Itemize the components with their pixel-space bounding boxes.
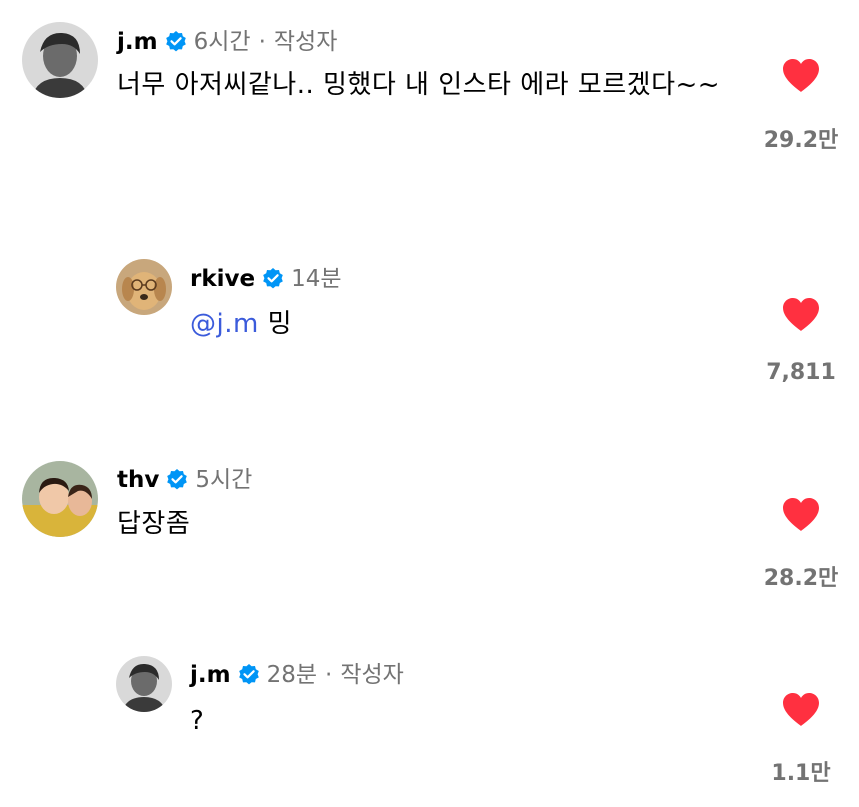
like-button[interactable] xyxy=(781,497,821,533)
timestamp: 5시간 xyxy=(195,466,253,493)
comment-thv: thv 5시간 답장좀 28.2만 xyxy=(0,440,859,620)
username[interactable]: j.m xyxy=(190,663,231,687)
username[interactable]: j.m xyxy=(117,30,158,54)
like-count: 29.2만 xyxy=(763,128,839,153)
like-button[interactable] xyxy=(781,297,821,333)
profile-photo-icon xyxy=(116,656,172,712)
verified-badge-icon xyxy=(261,267,285,291)
comment-text: 너무 아저씨같나.. 밍했다 내 인스타 에라 모르겠다~~ xyxy=(117,70,721,100)
avatar[interactable] xyxy=(116,656,172,712)
username[interactable]: thv xyxy=(117,468,159,492)
like-button[interactable] xyxy=(781,692,821,728)
profile-photo-icon xyxy=(22,22,98,98)
child-photo-icon xyxy=(22,461,98,537)
username[interactable]: rkive xyxy=(190,267,255,291)
like-button[interactable] xyxy=(781,58,821,94)
dog-photo-icon xyxy=(116,259,172,315)
comment-jm-top: j.m 6시간 · 작성자 너무 아저씨같나.. 밍했다 내 인스타 에라 모르… xyxy=(0,0,859,200)
like-count: 7,811 xyxy=(766,360,836,385)
separator-dot: · xyxy=(325,661,333,688)
heart-icon xyxy=(783,298,819,331)
timestamp: 6시간 xyxy=(193,28,251,55)
verified-badge-icon xyxy=(164,30,188,54)
like-count: 28.2만 xyxy=(763,566,839,591)
comment-text: 답장좀 xyxy=(117,509,191,539)
heart-icon xyxy=(783,59,819,92)
verified-badge-icon xyxy=(165,468,189,492)
author-tag: 작성자 xyxy=(273,28,338,55)
separator-dot: · xyxy=(258,28,266,55)
timestamp: 28분 xyxy=(266,661,318,688)
heart-icon xyxy=(783,498,819,531)
comment-text-wrap: @j.m 밍 xyxy=(190,303,690,345)
comment-jm-reply: j.m 28분 · 작성자 ? 1.1만 xyxy=(0,640,859,807)
mention-link[interactable]: @j.m xyxy=(190,309,259,339)
avatar[interactable] xyxy=(116,259,172,315)
avatar[interactable] xyxy=(22,461,98,537)
timestamp: 14분 xyxy=(291,265,342,292)
avatar[interactable] xyxy=(22,22,98,98)
comment-rkive-reply: rkive 14분 @j.m 밍 7,811 xyxy=(0,240,859,400)
verified-badge-icon xyxy=(237,663,261,687)
like-count: 1.1만 xyxy=(771,761,831,786)
heart-icon xyxy=(783,693,819,726)
author-tag: 작성자 xyxy=(340,661,404,688)
comment-text: ? xyxy=(190,706,205,736)
comment-text: 밍 xyxy=(267,309,293,339)
